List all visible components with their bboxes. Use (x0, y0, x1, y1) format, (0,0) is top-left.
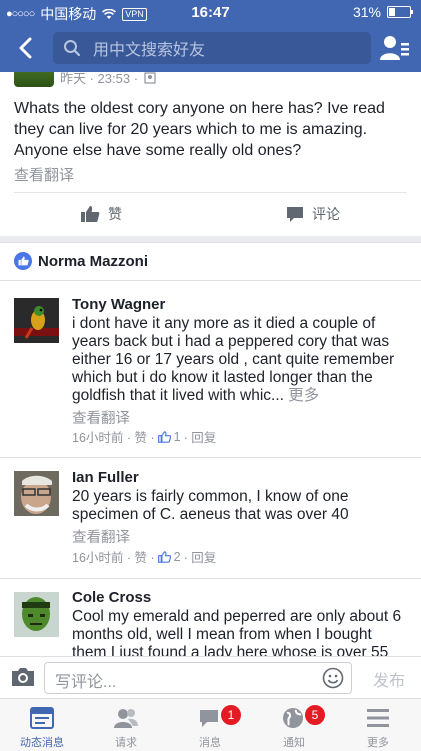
audience-icon (144, 72, 156, 84)
commenter-avatar[interactable] (14, 471, 59, 516)
post-author-avatar[interactable] (14, 72, 54, 87)
news-feed-icon (30, 707, 54, 729)
messages-badge: 1 (220, 704, 242, 726)
like-button[interactable]: 赞 (80, 204, 122, 224)
reply-link[interactable]: · 回复 (184, 547, 217, 566)
comment-time-and-like[interactable]: 16小时前 · 赞 · (72, 427, 155, 446)
post-translate-link[interactable]: 查看翻译 (14, 164, 74, 185)
top-nav-bar: 用中文搜索好友 (0, 26, 421, 72)
post-detail-content[interactable]: 昨天 · 23:53 · Whats the oldest cory anyon… (0, 72, 421, 656)
like-reaction-icon (14, 252, 32, 270)
comment-bubble-icon (287, 206, 303, 222)
tab-messages[interactable]: 1 消息 (168, 699, 252, 751)
notifications-globe-icon (283, 708, 303, 728)
like-count: 1 (173, 429, 181, 444)
post-text: Whats the oldest cory anyone on here has… (14, 100, 385, 159)
comment-input[interactable]: 写评论... (44, 662, 352, 694)
comment-label: 评论 (312, 206, 340, 222)
commenter-avatar[interactable] (14, 298, 59, 343)
post-header: 昨天 · 23:53 · (14, 72, 156, 87)
comment-meta: 16小时前 · 赞 · 2 · 回复 (72, 547, 216, 566)
comment-translate-link[interactable]: 查看翻译 (72, 526, 130, 547)
like-count: 2 (173, 549, 181, 564)
comment-meta: 16小时前 · 赞 · 1 · 回复 (72, 427, 216, 446)
section-separator (0, 236, 421, 243)
comment-button[interactable]: 评论 (286, 204, 340, 224)
likes-summary[interactable]: Norma Mazzoni (14, 252, 148, 270)
camera-icon[interactable] (10, 666, 36, 688)
tab-label: 动态消息 (20, 737, 64, 749)
friend-requests-icon (114, 709, 138, 728)
divider (0, 280, 421, 281)
friend-list-icon[interactable] (379, 34, 409, 62)
liker-name: Norma Mazzoni (38, 252, 149, 270)
divider (0, 457, 421, 458)
tab-more[interactable]: 更多 (336, 699, 420, 751)
tab-label: 请求 (115, 737, 137, 749)
comment-text: 20 years is fairly common, I know of one… (72, 488, 349, 523)
tab-label: 通知 (283, 737, 305, 749)
thumbs-up-icon (81, 206, 100, 222)
comment-text: i dont have it any more as it died a cou… (72, 315, 408, 405)
back-arrow-icon[interactable] (12, 34, 40, 62)
commenter-name[interactable]: Ian Fuller (72, 469, 139, 486)
commenter-name[interactable]: Cole Cross (72, 589, 151, 606)
comment-composer: 写评论... 发布 (0, 656, 421, 699)
tab-news-feed[interactable]: 动态消息 (0, 699, 84, 751)
like-label: 赞 (108, 206, 122, 222)
tab-requests[interactable]: 请求 (84, 699, 168, 751)
see-more-link[interactable]: 更多 (288, 387, 319, 404)
search-icon (64, 40, 81, 57)
like-count-icon (157, 430, 171, 443)
bottom-tab-bar: 动态消息 请求 1 消息 5 通知 更多 (0, 698, 421, 751)
comment-text: Cool my emerald and peperred are only ab… (72, 608, 402, 656)
divider (14, 192, 407, 193)
messages-icon (200, 710, 218, 727)
tab-label: 更多 (367, 737, 389, 749)
tab-label: 消息 (199, 737, 221, 749)
commenter-avatar[interactable] (14, 592, 59, 637)
publish-button[interactable]: 发布 (373, 667, 405, 691)
comment-placeholder: 写评论... (55, 674, 117, 691)
notifications-badge: 5 (304, 704, 326, 726)
reply-link[interactable]: · 回复 (184, 427, 217, 446)
menu-icon (367, 709, 389, 727)
battery-icon (387, 6, 413, 18)
divider (0, 578, 421, 579)
status-bar: ●○○○○ 中国移动 VPN 16:47 31% (0, 0, 421, 26)
battery-percent: 31% (352, 4, 381, 20)
comment-body: i dont have it any more as it died a cou… (72, 315, 395, 404)
tab-notifications[interactable]: 5 通知 (252, 699, 336, 751)
like-count-icon (157, 550, 171, 563)
comment-time-and-like[interactable]: 16小时前 · 赞 · (72, 547, 155, 566)
search-placeholder: 用中文搜索好友 (93, 42, 206, 59)
comment-translate-link[interactable]: 查看翻译 (72, 407, 130, 428)
search-input[interactable]: 用中文搜索好友 (53, 32, 371, 64)
commenter-name[interactable]: Tony Wagner (72, 296, 165, 313)
post-timestamp: 昨天 · 23:53 · (60, 72, 139, 86)
emoji-icon[interactable] (322, 667, 344, 689)
